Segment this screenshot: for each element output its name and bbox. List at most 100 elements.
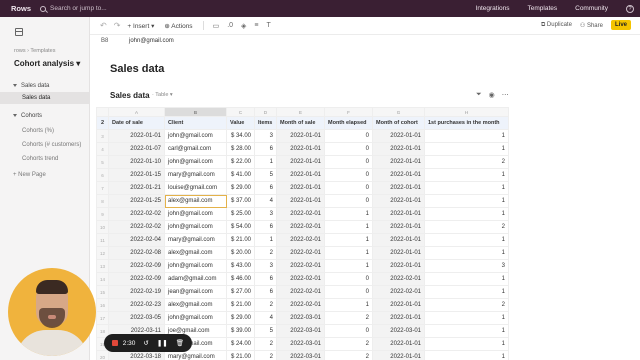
table-cell[interactable]: 2022-01-01: [372, 142, 425, 156]
table-cell[interactable]: 2022-02-01: [276, 272, 325, 286]
row-number[interactable]: 14: [96, 272, 109, 286]
row-number[interactable]: 10: [96, 220, 109, 234]
nav-community[interactable]: Community: [575, 5, 608, 12]
nav-integrations[interactable]: Integrations: [476, 5, 510, 12]
table-cell[interactable]: 2022-01-01: [276, 194, 325, 208]
table-cell[interactable]: 1: [424, 324, 509, 338]
table-cell[interactable]: louise@gmail.com: [164, 181, 227, 195]
sidebar-item-sales-data[interactable]: Sales data: [0, 80, 89, 92]
search-box[interactable]: Search or jump to...: [40, 5, 107, 12]
duplicate-button[interactable]: ⧉ Duplicate: [541, 22, 572, 29]
table-cell[interactable]: 2022-02-23: [108, 298, 165, 312]
table-cell[interactable]: 3: [254, 259, 277, 273]
table-cell[interactable]: 3: [424, 259, 509, 273]
table-cell[interactable]: 2022-02-01: [276, 298, 325, 312]
row-number[interactable]: 17: [96, 311, 109, 325]
table-cell[interactable]: 1: [424, 350, 509, 360]
table-cell[interactable]: 2022-01-01: [372, 259, 425, 273]
row-number[interactable]: 8: [96, 194, 109, 208]
table-cell[interactable]: 2022-03-01: [372, 324, 425, 338]
table-cell[interactable]: 1: [324, 207, 373, 221]
breadcrumb[interactable]: rows › Templates: [14, 48, 55, 54]
decimal-icon[interactable]: .0: [227, 22, 233, 29]
table-cell[interactable]: 1: [324, 246, 373, 260]
table-cell[interactable]: john@gmail.com: [164, 259, 227, 273]
project-title[interactable]: Cohort analysis ▾: [14, 59, 80, 68]
table-cell[interactable]: 1: [424, 246, 509, 260]
table-cell[interactable]: 0: [324, 194, 373, 208]
column-header[interactable]: Value: [226, 116, 255, 130]
table-cell[interactable]: 6: [254, 285, 277, 299]
table-title[interactable]: Sales data: [110, 91, 150, 100]
sidebar-item-cohorts[interactable]: Cohorts: [0, 110, 89, 122]
table-cell[interactable]: 2022-02-01: [276, 207, 325, 221]
table-cell[interactable]: 2022-02-01: [372, 285, 425, 299]
eye-icon[interactable]: ◉: [489, 91, 495, 99]
table-cell[interactable]: john@gmail.com: [164, 129, 227, 143]
row-number[interactable]: 20: [96, 350, 109, 360]
table-cell[interactable]: 5: [254, 324, 277, 338]
table-cell[interactable]: 2022-01-01: [372, 207, 425, 221]
table-cell[interactable]: 2022-01-25: [108, 194, 165, 208]
table-cell[interactable]: $ 34.00: [226, 129, 255, 143]
table-cell[interactable]: 2022-01-21: [108, 181, 165, 195]
page-title[interactable]: Sales data: [110, 63, 164, 75]
table-cell[interactable]: 2022-02-04: [108, 233, 165, 247]
table-cell[interactable]: 0: [324, 285, 373, 299]
table-cell[interactable]: 2022-01-01: [276, 168, 325, 182]
table-cell[interactable]: 6: [254, 181, 277, 195]
row-number[interactable]: 5: [96, 155, 109, 169]
column-letter[interactable]: E: [276, 107, 325, 117]
column-letter[interactable]: G: [372, 107, 425, 117]
row-number[interactable]: 9: [96, 207, 109, 221]
redo-icon[interactable]: ↷: [114, 21, 121, 30]
row-number[interactable]: 6: [96, 168, 109, 182]
delete-icon[interactable]: 🗑: [176, 339, 184, 347]
insert-button[interactable]: + Insert ▾: [127, 22, 154, 30]
formula-bar[interactable]: B8 john@gmail.com: [90, 35, 640, 47]
table-cell[interactable]: 1: [324, 220, 373, 234]
table-cell[interactable]: 2022-01-01: [276, 129, 325, 143]
table-cell[interactable]: alex@gmail.com: [164, 298, 227, 312]
table-cell[interactable]: 1: [424, 142, 509, 156]
column-header[interactable]: Client: [164, 116, 227, 130]
table-cell[interactable]: 5: [254, 168, 277, 182]
table-cell[interactable]: 2: [254, 298, 277, 312]
table-cell[interactable]: 0: [324, 181, 373, 195]
table-cell[interactable]: 1: [424, 168, 509, 182]
table-cell[interactable]: 2022-01-01: [372, 181, 425, 195]
table-cell[interactable]: 2022-01-01: [372, 168, 425, 182]
table-cell[interactable]: 1: [424, 181, 509, 195]
more-icon[interactable]: ⋯: [502, 91, 509, 99]
row-number[interactable]: 11: [96, 233, 109, 247]
table-cell[interactable]: 4: [254, 194, 277, 208]
table-cell[interactable]: 2: [324, 311, 373, 325]
column-header[interactable]: Items: [254, 116, 277, 130]
table-cell[interactable]: $ 21.00: [226, 298, 255, 312]
column-header[interactable]: 1st purchases in the month: [424, 116, 509, 130]
text-style-icon[interactable]: T: [267, 22, 271, 29]
table-cell[interactable]: 2022-01-10: [108, 155, 165, 169]
table-cell[interactable]: 2: [424, 220, 509, 234]
table-cell[interactable]: 1: [324, 259, 373, 273]
spreadsheet-icon[interactable]: [15, 28, 23, 36]
table-cell[interactable]: 2: [254, 350, 277, 360]
restart-icon[interactable]: ↺: [143, 339, 148, 347]
table-cell[interactable]: 2022-02-01: [276, 285, 325, 299]
table-cell[interactable]: john@gmail.com: [164, 155, 227, 169]
table-cell[interactable]: john@gmail.com: [164, 207, 227, 221]
table-cell[interactable]: 2022-02-09: [108, 272, 165, 286]
table-cell[interactable]: 2022-01-01: [372, 155, 425, 169]
cell-value[interactable]: john@gmail.com: [129, 38, 174, 44]
sidebar-item-cohorts[interactable]: Cohorts (%): [0, 125, 89, 137]
table-cell[interactable]: 2022-02-19: [108, 285, 165, 299]
row-number[interactable]: 15: [96, 285, 109, 299]
table-cell[interactable]: 0: [324, 142, 373, 156]
table-cell[interactable]: 2022-01-01: [276, 181, 325, 195]
table-cell[interactable]: 3: [254, 207, 277, 221]
row-number[interactable]: 13: [96, 259, 109, 273]
table-cell[interactable]: $ 39.00: [226, 324, 255, 338]
row-number[interactable]: 2: [96, 116, 109, 130]
column-letter[interactable]: D: [254, 107, 277, 117]
row-number[interactable]: 7: [96, 181, 109, 195]
